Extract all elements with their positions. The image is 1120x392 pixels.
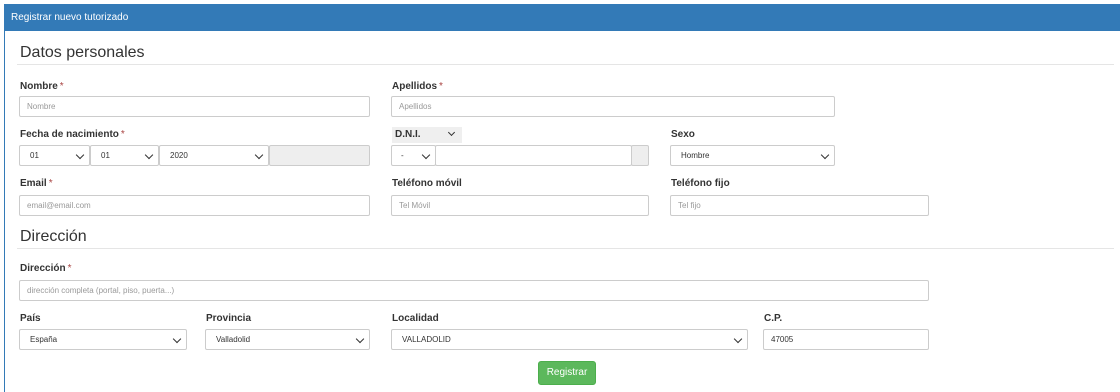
localidad-value: VALLADOLID	[402, 335, 451, 344]
label-nombre: Nombre *	[20, 81, 64, 92]
required-mark: *	[59, 81, 64, 92]
sexo-select[interactable]: Hombre	[670, 145, 835, 166]
birth-date-readonly	[269, 145, 370, 166]
birth-day-select[interactable]: 01	[19, 145, 90, 166]
chevron-down-icon	[820, 150, 830, 160]
chevron-down-icon	[172, 334, 182, 344]
chevron-down-icon	[447, 128, 456, 137]
registrar-button[interactable]: Registrar	[538, 361, 596, 385]
birth-month-value: 01	[101, 151, 110, 160]
birth-year-value: 2020	[170, 151, 188, 160]
direccion-input[interactable]: dirección completa (portal, piso, puerta…	[19, 280, 929, 301]
dni-letter-select[interactable]: -	[391, 145, 436, 166]
cp-input[interactable]: 47005	[763, 329, 929, 350]
dni-letter-value: -	[401, 151, 404, 160]
apellidos-input[interactable]: Apellidos	[391, 96, 835, 117]
label-email: Email *	[20, 178, 53, 189]
required-mark: *	[48, 178, 53, 189]
document-type-select[interactable]: D.N.I.	[392, 127, 462, 143]
document-type-value: D.N.I.	[395, 129, 421, 140]
label-localidad: Localidad	[392, 313, 439, 324]
email-input[interactable]: email@email.com	[19, 195, 370, 216]
label-telefono-movil: Teléfono móvil	[392, 178, 462, 189]
section-divider	[17, 64, 1114, 65]
label-cp: C.P.	[764, 313, 783, 324]
birth-month-select[interactable]: 01	[90, 145, 159, 166]
label-sexo: Sexo	[671, 129, 695, 140]
telefono-fijo-input[interactable]: Tel fijo	[670, 195, 929, 216]
required-mark: *	[120, 129, 125, 140]
sexo-value: Hombre	[681, 151, 710, 160]
panel-title: Registrar nuevo tutorizado	[5, 5, 1120, 31]
label-pais: País	[20, 313, 41, 324]
required-mark: *	[439, 81, 443, 92]
label-direccion: Dirección *	[20, 263, 72, 274]
chevron-down-icon	[75, 150, 85, 160]
label-provincia: Provincia	[206, 313, 252, 324]
section-divider	[17, 248, 1114, 249]
chevron-down-icon	[421, 150, 431, 160]
pais-select[interactable]: España	[19, 329, 187, 350]
dni-check-letter	[631, 145, 649, 166]
provincia-value: Valladolid	[216, 335, 251, 344]
section-title-personal: Datos personales	[20, 44, 145, 61]
chevron-down-icon	[144, 150, 154, 160]
chevron-down-icon	[733, 334, 743, 344]
chevron-down-icon	[254, 150, 264, 160]
label-fecha-nacimiento: Fecha de nacimiento *	[20, 129, 125, 140]
pais-value: España	[30, 335, 58, 344]
dni-number-input[interactable]	[435, 145, 632, 166]
chevron-down-icon	[355, 334, 365, 344]
provincia-select[interactable]: Valladolid	[205, 329, 370, 350]
nombre-input[interactable]: Nombre	[19, 96, 370, 117]
localidad-select[interactable]: VALLADOLID	[391, 329, 748, 350]
label-telefono-fijo: Teléfono fijo	[671, 178, 730, 189]
birth-year-select[interactable]: 2020	[159, 145, 269, 166]
section-title-address: Dirección	[20, 228, 87, 245]
birth-day-value: 01	[30, 151, 39, 160]
telefono-movil-input[interactable]: Tel Móvil	[391, 195, 649, 216]
required-mark: *	[67, 263, 72, 274]
label-apellidos: Apellidos *	[392, 81, 443, 92]
